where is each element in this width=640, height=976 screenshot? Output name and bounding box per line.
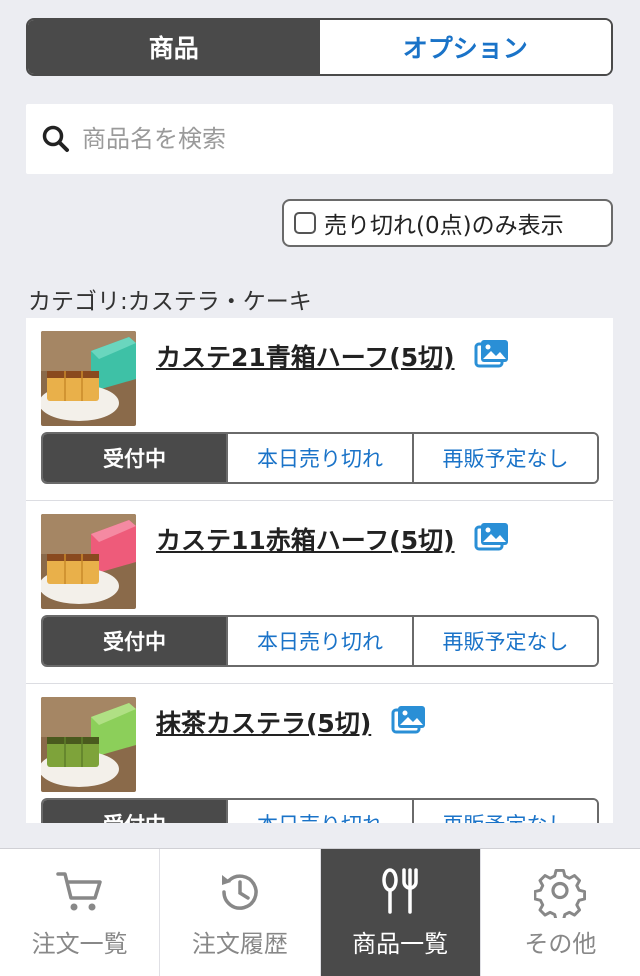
gear-icon (534, 868, 587, 918)
products-segment[interactable]: 商品 (28, 20, 320, 74)
list-item: カステ21青箱ハーフ(5切) 受付中 本日売り切れ 再販予定なし (26, 318, 613, 501)
status-accepting-button[interactable]: 受付中 (43, 800, 228, 823)
shopping-cart-icon (55, 872, 102, 911)
sales-status-selector: 受付中 本日売り切れ 再販予定なし (41, 432, 599, 484)
category-heading: カテゴリ:カステラ・ケーキ (28, 289, 312, 315)
product-name[interactable]: 抹茶カステラ(5切) (156, 704, 371, 740)
sales-status-selector: 受付中 本日売り切れ 再販予定なし (41, 615, 599, 667)
tab-other[interactable]: その他 (481, 849, 640, 976)
status-no-resale-button[interactable]: 再販予定なし (414, 800, 597, 823)
search-bar (26, 104, 613, 174)
list-item: カステ11赤箱ハーフ(5切) 受付中 本日売り切れ 再販予定なし (26, 501, 613, 684)
product-option-toggle: 商品 オプション (26, 18, 613, 76)
tab-label: 注文履歴 (191, 930, 288, 958)
tab-product-list[interactable]: 商品一覧 (320, 849, 481, 976)
sales-status-selector: 受付中 本日売り切れ 再販予定なし (41, 798, 599, 823)
product-name[interactable]: カステ21青箱ハーフ(5切) (156, 338, 455, 374)
search-icon (42, 125, 69, 152)
list-item: 抹茶カステラ(5切) 受付中 本日売り切れ 再販予定なし (26, 684, 613, 823)
image-gallery-icon[interactable] (474, 338, 510, 368)
soldout-only-filter[interactable]: 売り切れ(0点)のみ表示 (282, 199, 613, 247)
status-soldout-today-button[interactable]: 本日売り切れ (228, 434, 414, 482)
options-segment[interactable]: オプション (319, 20, 611, 74)
status-accepting-button[interactable]: 受付中 (43, 434, 228, 482)
status-no-resale-button[interactable]: 再販予定なし (414, 434, 597, 482)
history-clock-icon (221, 874, 258, 910)
product-thumbnail (41, 514, 136, 609)
image-gallery-icon[interactable] (474, 521, 510, 551)
status-no-resale-button[interactable]: 再販予定なし (414, 617, 597, 665)
search-input[interactable] (82, 125, 613, 153)
tab-order-history[interactable]: 注文履歴 (160, 849, 321, 976)
tab-label: その他 (524, 930, 597, 958)
fork-knife-icon (382, 868, 418, 914)
tab-label: 商品一覧 (352, 930, 449, 958)
product-thumbnail (41, 331, 136, 426)
product-name[interactable]: カステ11赤箱ハーフ(5切) (156, 521, 455, 557)
product-thumbnail (41, 697, 136, 792)
soldout-filter-label: 売り切れ(0点)のみ表示 (324, 213, 564, 239)
status-soldout-today-button[interactable]: 本日売り切れ (228, 800, 414, 823)
status-accepting-button[interactable]: 受付中 (43, 617, 228, 665)
product-list[interactable]: カステ21青箱ハーフ(5切) 受付中 本日売り切れ 再販予定なし カステ11赤箱… (26, 318, 613, 823)
tab-label: 注文一覧 (31, 930, 128, 958)
status-soldout-today-button[interactable]: 本日売り切れ (228, 617, 414, 665)
soldout-checkbox[interactable] (294, 212, 316, 234)
image-gallery-icon[interactable] (391, 704, 427, 734)
bottom-tab-bar: 注文一覧 注文履歴 商品一覧 その他 (0, 848, 640, 976)
tab-order-list[interactable]: 注文一覧 (0, 849, 161, 976)
